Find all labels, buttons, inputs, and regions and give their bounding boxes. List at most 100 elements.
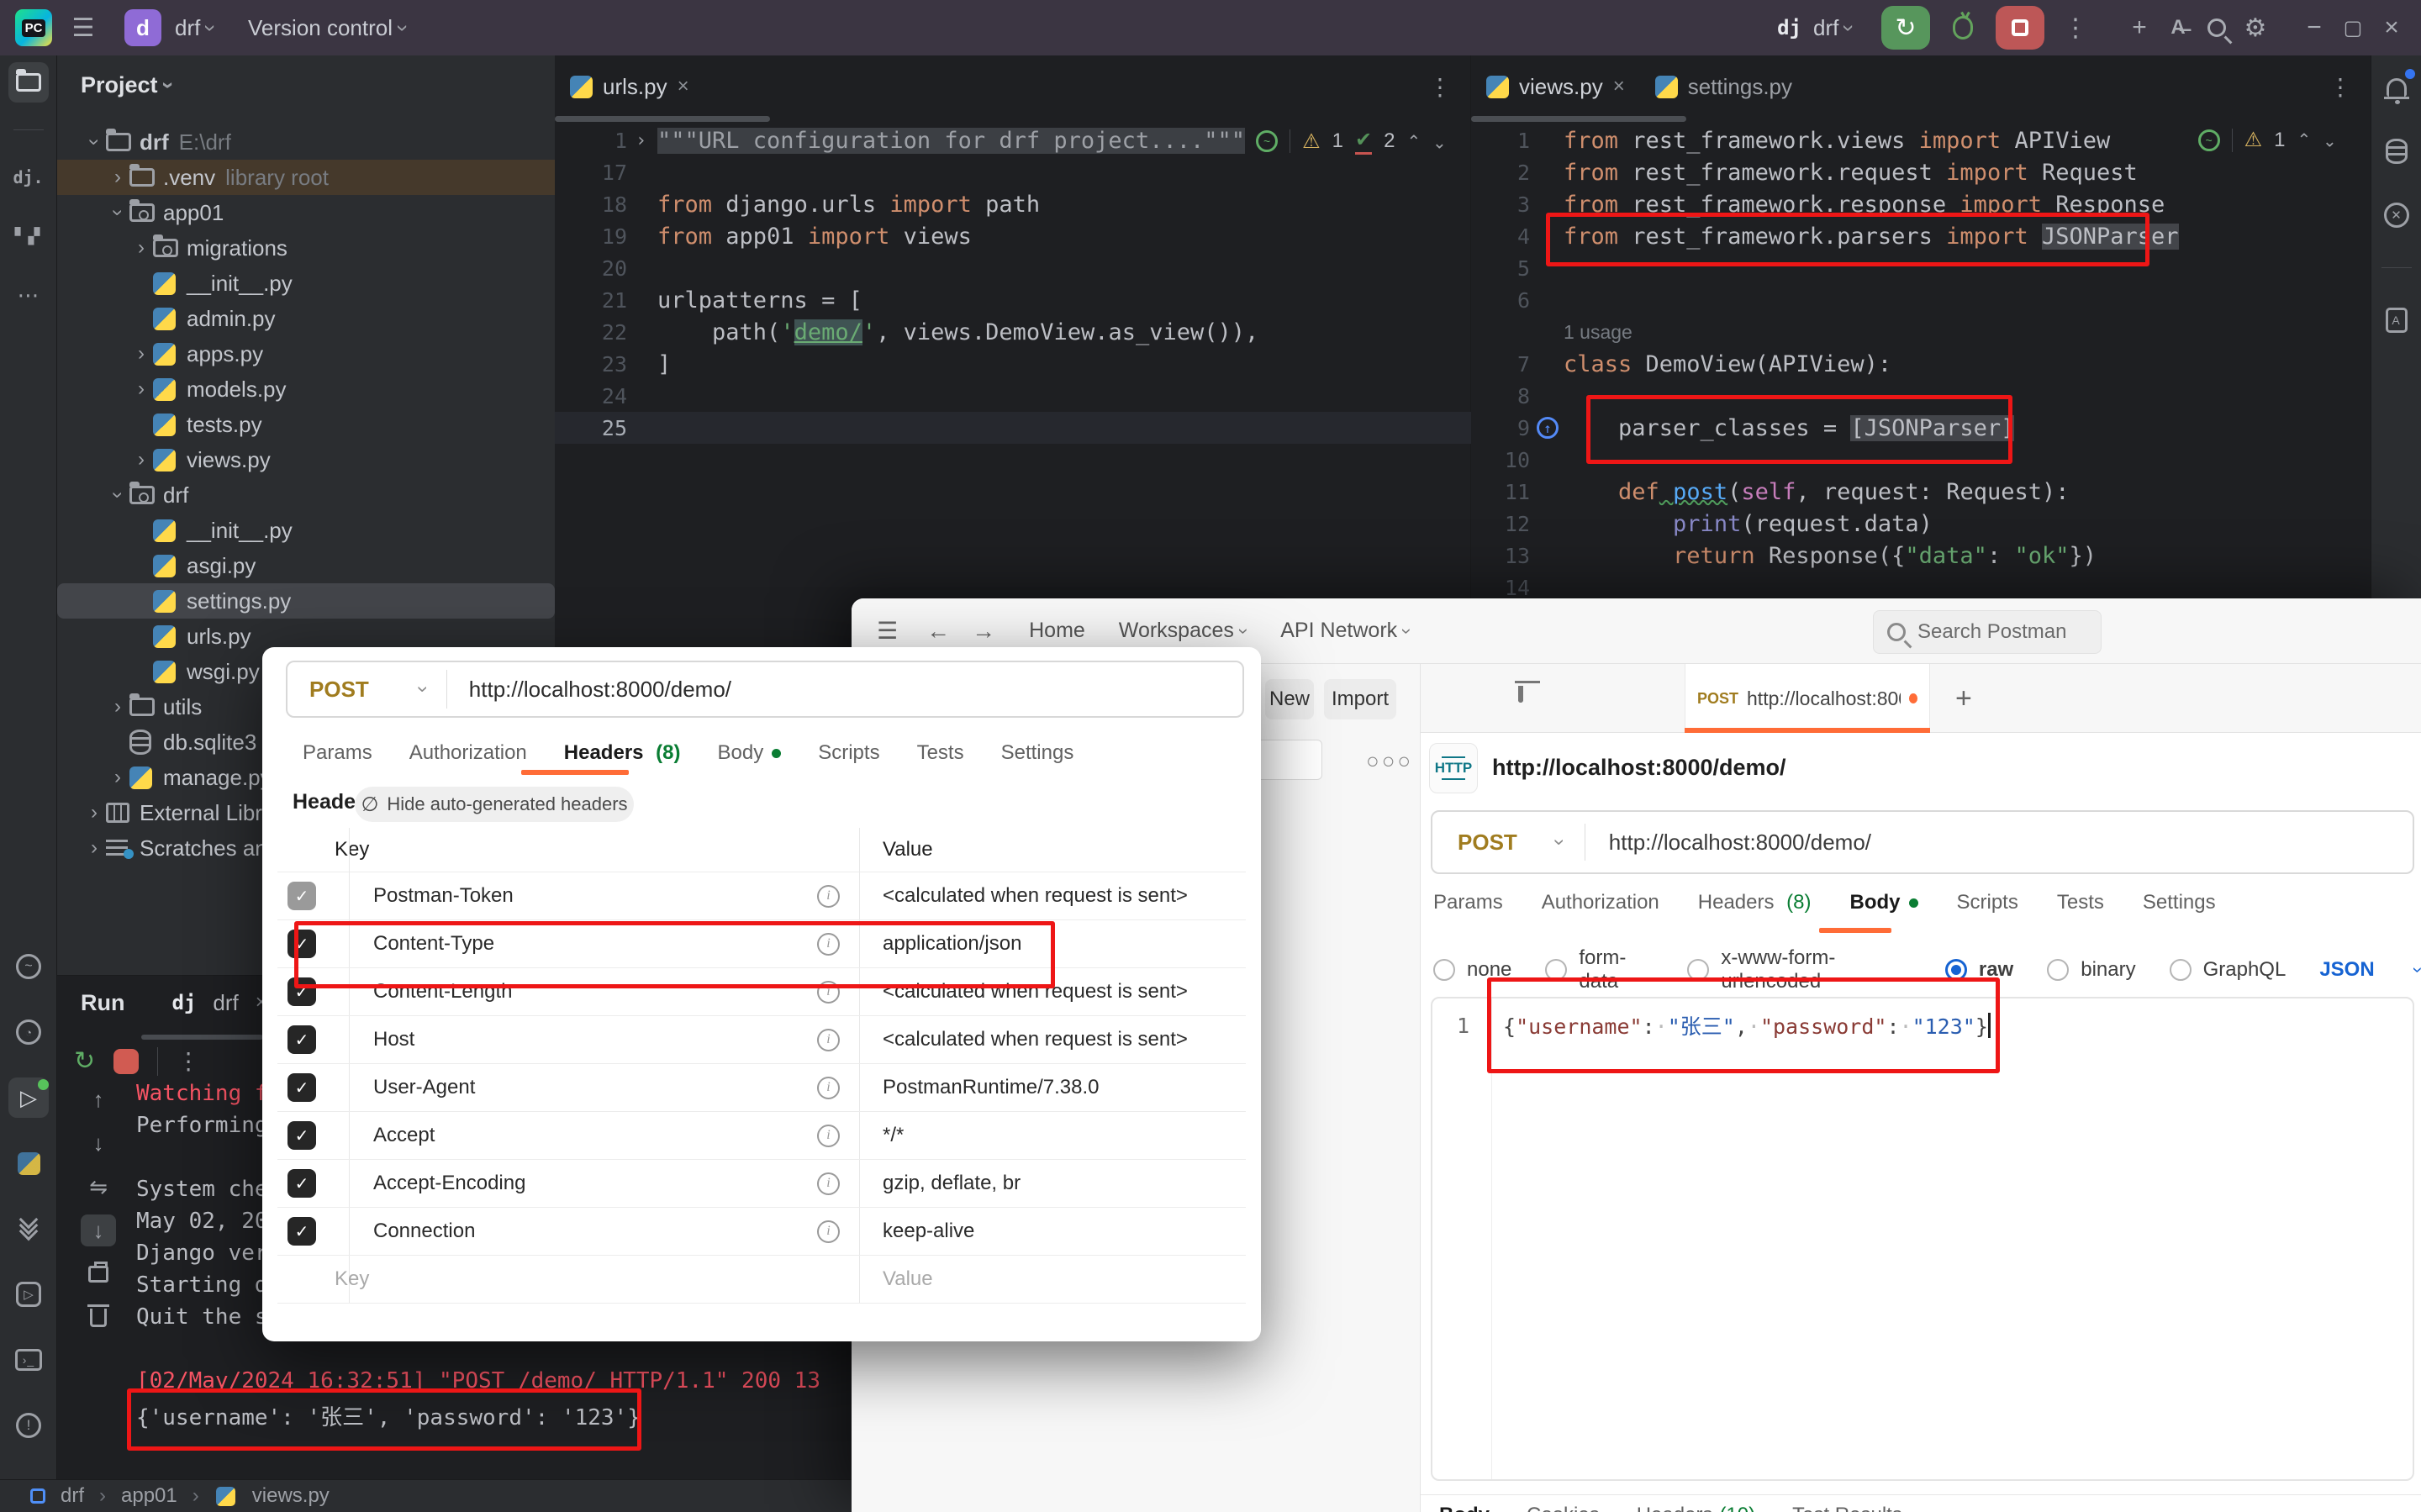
forward-icon[interactable]: → bbox=[972, 618, 995, 645]
language-chevron-icon[interactable]: › bbox=[2407, 967, 2421, 972]
restore-icon[interactable]: ▢ bbox=[2334, 8, 2372, 47]
header-value[interactable]: <calculated when request is sent> bbox=[883, 884, 1188, 908]
body-mode-binary[interactable]: binary bbox=[2047, 958, 2136, 982]
stop-icon[interactable] bbox=[113, 1048, 140, 1074]
tab-settings[interactable]: Settings bbox=[1001, 741, 1074, 765]
method-chevron-icon[interactable]: › bbox=[411, 686, 435, 693]
header-row-postman-token[interactable]: ✓ Postman-Token i <calculated when request … bbox=[277, 872, 1246, 920]
tab-settings-py[interactable]: settings.py bbox=[1640, 55, 1807, 118]
services-icon[interactable] bbox=[8, 1209, 49, 1249]
trash-icon[interactable] bbox=[81, 1302, 116, 1334]
rerun-button[interactable]: ↻ bbox=[1881, 6, 1930, 50]
print-icon[interactable] bbox=[81, 1258, 116, 1290]
info-icon[interactable]: i bbox=[817, 884, 840, 908]
response-tab-cookies[interactable]: Cookies bbox=[1527, 1504, 1600, 1512]
info-icon[interactable]: i bbox=[817, 1076, 840, 1099]
tab-scripts[interactable]: Scripts bbox=[818, 741, 879, 765]
method-select[interactable]: POST bbox=[309, 677, 369, 703]
terminal-icon[interactable]: ›_ bbox=[8, 1340, 49, 1380]
body-mode-GraphQL[interactable]: GraphQL bbox=[2169, 958, 2286, 982]
tree-item--init-py[interactable]: __init__.py bbox=[57, 266, 555, 301]
header-checkbox[interactable]: ✓ bbox=[287, 1025, 316, 1054]
tree-item-drf[interactable]: › drf bbox=[57, 477, 555, 513]
code-with-me-icon[interactable]: + bbox=[2120, 8, 2159, 47]
hide-auto-headers-button[interactable]: ∅ Hide auto-generated headers bbox=[355, 787, 634, 822]
postman-menu-icon[interactable]: ☰ bbox=[877, 617, 898, 645]
tab-body[interactable]: Body bbox=[718, 741, 782, 765]
tab-params[interactable]: Params bbox=[1433, 891, 1503, 914]
django-structure-icon[interactable]: dj. bbox=[8, 157, 49, 198]
tab-tests[interactable]: Tests bbox=[917, 741, 964, 765]
run-more-icon[interactable]: ⋮ bbox=[177, 1047, 200, 1075]
new-tab-icon[interactable]: + bbox=[1955, 682, 1972, 715]
tree-item-tests-py[interactable]: tests.py bbox=[57, 407, 555, 442]
header-value[interactable]: PostmanRuntime/7.38.0 bbox=[883, 1076, 1099, 1099]
new-button[interactable]: New bbox=[1265, 679, 1314, 719]
fold-arrow-icon[interactable]: › bbox=[636, 130, 646, 151]
postman-search-input[interactable]: Search Postman bbox=[1873, 610, 2102, 654]
main-menu-icon[interactable]: ☰ bbox=[64, 8, 103, 47]
run-config-chevron-icon[interactable]: › bbox=[1836, 24, 1862, 32]
breadcrumb-project[interactable]: drf bbox=[61, 1484, 84, 1508]
key-placeholder[interactable]: Key bbox=[335, 1267, 369, 1291]
override-gutter-icon[interactable]: ↑ bbox=[1537, 417, 1559, 439]
search-everywhere-icon[interactable] bbox=[2197, 8, 2236, 47]
chevron-right-icon[interactable]: › bbox=[106, 766, 129, 789]
tree-item--init-py[interactable]: __init__.py bbox=[57, 513, 555, 548]
chevron-right-icon[interactable]: › bbox=[129, 236, 153, 260]
header-row-accept[interactable]: ✓ Accept i */* bbox=[277, 1112, 1246, 1160]
header-checkbox[interactable]: ✓ bbox=[287, 882, 316, 910]
project-avatar[interactable]: d bbox=[124, 9, 161, 46]
header-value[interactable]: <calculated when request is sent> bbox=[883, 1028, 1188, 1051]
chevron-right-icon[interactable]: › bbox=[106, 166, 129, 189]
editor-more-icon[interactable]: ⋮ bbox=[2329, 73, 2352, 101]
response-tab-headers[interactable]: Headers bbox=[1637, 1504, 1713, 1512]
up-icon[interactable]: ↑ bbox=[81, 1083, 116, 1115]
sidebar-more-icon[interactable]: ○○○ bbox=[1366, 748, 1413, 774]
tree-item-drf[interactable]: › drf E:\drf bbox=[57, 124, 555, 160]
project-chevron-icon[interactable]: › bbox=[198, 24, 224, 32]
chevron-right-icon[interactable]: › bbox=[129, 377, 153, 401]
breadcrumb-package[interactable]: app01 bbox=[121, 1484, 177, 1508]
header-row-user-agent[interactable]: ✓ User-Agent i PostmanRuntime/7.38.0 bbox=[277, 1064, 1246, 1112]
tree-item-settings-py[interactable]: settings.py bbox=[57, 583, 555, 619]
tree-item-asgi-py[interactable]: asgi.py bbox=[57, 548, 555, 583]
structure-icon[interactable]: ▘▞ bbox=[8, 216, 49, 256]
editor-more-icon[interactable]: ⋮ bbox=[1428, 73, 1452, 101]
chevron-right-icon[interactable]: › bbox=[82, 836, 106, 860]
header-value[interactable]: */* bbox=[883, 1124, 904, 1147]
response-tab-body[interactable]: Body bbox=[1439, 1504, 1490, 1512]
header-checkbox[interactable]: ✓ bbox=[287, 1169, 316, 1198]
stop-button[interactable] bbox=[1996, 6, 2044, 50]
header-value[interactable]: gzip, deflate, br bbox=[883, 1172, 1021, 1195]
problems-icon[interactable]: ! bbox=[8, 1405, 49, 1446]
nav-workspaces[interactable]: Workspaces bbox=[1119, 619, 1234, 643]
profiler-icon[interactable]: ◔ bbox=[8, 1012, 49, 1052]
method-chevron-icon[interactable]: › bbox=[1548, 839, 1571, 846]
header-row-connection[interactable]: ✓ Connection i keep-alive bbox=[277, 1208, 1246, 1256]
tree-item-views-py[interactable]: › views.py bbox=[57, 442, 555, 477]
close-icon[interactable]: × bbox=[2372, 8, 2411, 47]
tab-settings[interactable]: Settings bbox=[2143, 891, 2216, 914]
scrollbar-thumb[interactable] bbox=[555, 116, 770, 122]
minimize-icon[interactable]: − bbox=[2295, 8, 2334, 47]
request-tab[interactable]: POST http://localhost:8000/ bbox=[1685, 664, 1930, 733]
nav-home[interactable]: Home bbox=[1029, 619, 1085, 643]
info-icon[interactable]: i bbox=[817, 1124, 840, 1147]
tab-tests[interactable]: Tests bbox=[2057, 891, 2104, 914]
url-input[interactable]: http://localhost:8000/demo/ bbox=[1609, 830, 1871, 856]
tab-authorization[interactable]: Authorization bbox=[409, 741, 527, 765]
run-config-name[interactable]: drf bbox=[1813, 15, 1838, 41]
tree-item-app01[interactable]: › app01 bbox=[57, 195, 555, 230]
info-icon[interactable]: i bbox=[817, 1220, 840, 1243]
tree-item-admin-py[interactable]: admin.py bbox=[57, 301, 555, 336]
tab-close-icon[interactable]: × bbox=[1613, 75, 1625, 98]
header-row-accept-encoding[interactable]: ✓ Accept-Encoding i gzip, deflate, br bbox=[277, 1160, 1246, 1208]
back-icon[interactable]: ← bbox=[926, 618, 950, 645]
translate-icon[interactable]: A̶ bbox=[2159, 8, 2197, 47]
header-row-host[interactable]: ✓ Host i <calculated when request is sent> bbox=[277, 1016, 1246, 1064]
run-icon[interactable]: ▷ bbox=[8, 1077, 49, 1118]
tab-scripts[interactable]: Scripts bbox=[1957, 891, 2018, 914]
project-panel-title[interactable]: Project bbox=[81, 72, 158, 98]
run-tab-label[interactable]: drf bbox=[213, 990, 238, 1016]
